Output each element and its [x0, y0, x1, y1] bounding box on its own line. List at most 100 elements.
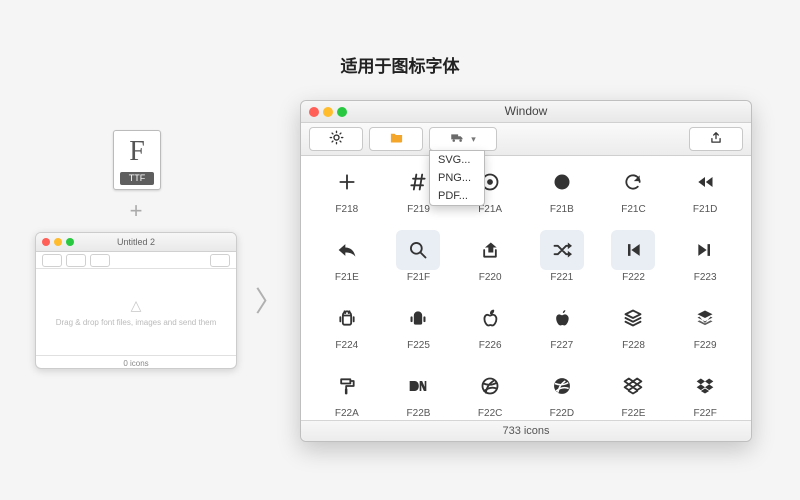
traffic-lights[interactable]: [309, 107, 347, 117]
icon-code: F21F: [407, 272, 430, 283]
minimize-window-icon[interactable]: [323, 107, 333, 117]
reply-icon[interactable]: [325, 230, 369, 270]
plus-icon[interactable]: [325, 162, 369, 202]
mini-drop-area: △ Drag & drop font files, images and sen…: [36, 269, 236, 355]
share-button[interactable]: [689, 127, 743, 151]
icon-cell[interactable]: F21C: [598, 162, 670, 226]
ttf-badge: TTF: [120, 172, 154, 185]
icon-cell[interactable]: F223: [669, 230, 741, 294]
icon-cell[interactable]: F226: [454, 298, 526, 362]
icon-cell[interactable]: F221: [526, 230, 598, 294]
window-title: Window: [505, 104, 548, 118]
icon-code: F22E: [622, 408, 646, 419]
page-heading: 适用于图标字体: [0, 52, 800, 77]
icon-cell[interactable]: F228: [598, 298, 670, 362]
toolbar: ▾ SVG... PNG... PDF...: [301, 123, 751, 156]
mini-drop-hint: Drag & drop font files, images and send …: [56, 318, 217, 327]
icon-code: F226: [479, 340, 502, 351]
export-pdf-item[interactable]: PDF...: [430, 187, 484, 205]
export-png-item[interactable]: PNG...: [430, 169, 484, 187]
rewind-icon[interactable]: [683, 162, 727, 202]
mini-traffic-lights: [42, 238, 74, 246]
icon-code: F219: [407, 204, 430, 215]
icon-cell[interactable]: F21F: [383, 230, 455, 294]
mini-toolbar: [36, 252, 236, 269]
share-up-icon: [709, 131, 723, 148]
gear-icon: [329, 130, 344, 148]
paint-roller-icon[interactable]: [325, 366, 369, 406]
main-window: Window ▾ SVG... PNG... PDF...: [300, 100, 752, 442]
icon-code: F229: [694, 340, 717, 351]
import-button[interactable]: [369, 127, 423, 151]
share-icon[interactable]: [468, 230, 512, 270]
designer-news-icon[interactable]: [396, 366, 440, 406]
android-outline-icon[interactable]: [325, 298, 369, 338]
skip-forward-icon[interactable]: [683, 230, 727, 270]
circle-icon[interactable]: [540, 162, 584, 202]
icon-code: F21D: [693, 204, 717, 215]
mini-window-title: Untitled 2: [117, 237, 155, 247]
apple-icon[interactable]: [540, 298, 584, 338]
icon-code: F224: [335, 340, 358, 351]
icon-code: F225: [407, 340, 430, 351]
icon-code: F228: [622, 340, 645, 351]
ttf-file-icon: F TTF: [113, 130, 161, 190]
drop-triangle-icon: △: [131, 297, 142, 314]
icon-code: F220: [479, 272, 502, 283]
empty-app-window: Untitled 2 △ Drag & drop font files, ima…: [35, 232, 237, 369]
icon-code: F221: [550, 272, 573, 283]
export-menu: SVG... PNG... PDF...: [429, 150, 485, 206]
close-window-icon[interactable]: [309, 107, 319, 117]
icon-cell[interactable]: F22B: [383, 366, 455, 420]
icon-cell[interactable]: F21D: [669, 162, 741, 226]
apple-outline-icon[interactable]: [468, 298, 512, 338]
icon-cell[interactable]: F222: [598, 230, 670, 294]
icon-code: F21C: [621, 204, 645, 215]
layers-icon[interactable]: [683, 298, 727, 338]
layers-outline-icon[interactable]: [611, 298, 655, 338]
icon-cell[interactable]: F21E: [311, 230, 383, 294]
icon-cell[interactable]: F218: [311, 162, 383, 226]
icon-cell[interactable]: F22A: [311, 366, 383, 420]
settings-button[interactable]: [309, 127, 363, 151]
mini-statusbar: 0 icons: [36, 355, 236, 369]
icon-cell[interactable]: F22D: [526, 366, 598, 420]
icon-code: F21E: [335, 272, 359, 283]
export-button[interactable]: ▾ SVG... PNG... PDF...: [429, 127, 497, 151]
dropbox-icon[interactable]: [683, 366, 727, 406]
icon-cell[interactable]: F224: [311, 298, 383, 362]
dribbble-outline-icon[interactable]: [468, 366, 512, 406]
chevron-down-icon: ▾: [471, 134, 476, 145]
icon-grid: F218F219F21AF21BF21CF21DF21EF21FF220F221…: [301, 156, 751, 420]
zoom-window-icon[interactable]: [337, 107, 347, 117]
icon-code: F22A: [335, 408, 359, 419]
plus-combiner-icon: +: [125, 200, 147, 222]
icon-code: F22C: [478, 408, 502, 419]
icon-cell[interactable]: F22E: [598, 366, 670, 420]
icon-code: F22F: [693, 408, 716, 419]
icon-cell[interactable]: F225: [383, 298, 455, 362]
search-icon[interactable]: [396, 230, 440, 270]
skip-back-icon[interactable]: [611, 230, 655, 270]
statusbar: 733 icons: [301, 420, 751, 441]
icon-cell[interactable]: F227: [526, 298, 598, 362]
truck-icon: [450, 130, 465, 148]
icon-cell[interactable]: F220: [454, 230, 526, 294]
refresh-icon[interactable]: [611, 162, 655, 202]
icon-cell[interactable]: F21B: [526, 162, 598, 226]
icon-code: F222: [622, 272, 645, 283]
mini-titlebar: Untitled 2: [36, 233, 236, 252]
android-icon[interactable]: [396, 298, 440, 338]
icon-cell[interactable]: F22F: [669, 366, 741, 420]
icon-code: F21B: [550, 204, 574, 215]
icon-cell[interactable]: F229: [669, 298, 741, 362]
chevron-right-icon: 〉: [255, 280, 283, 320]
export-svg-item[interactable]: SVG...: [430, 151, 484, 169]
icon-cell[interactable]: F22C: [454, 366, 526, 420]
icon-code: F22D: [550, 408, 574, 419]
dropbox-outline-icon[interactable]: [611, 366, 655, 406]
icon-code: F218: [335, 204, 358, 215]
titlebar[interactable]: Window: [301, 101, 751, 123]
dribbble-icon[interactable]: [540, 366, 584, 406]
shuffle-icon[interactable]: [540, 230, 584, 270]
